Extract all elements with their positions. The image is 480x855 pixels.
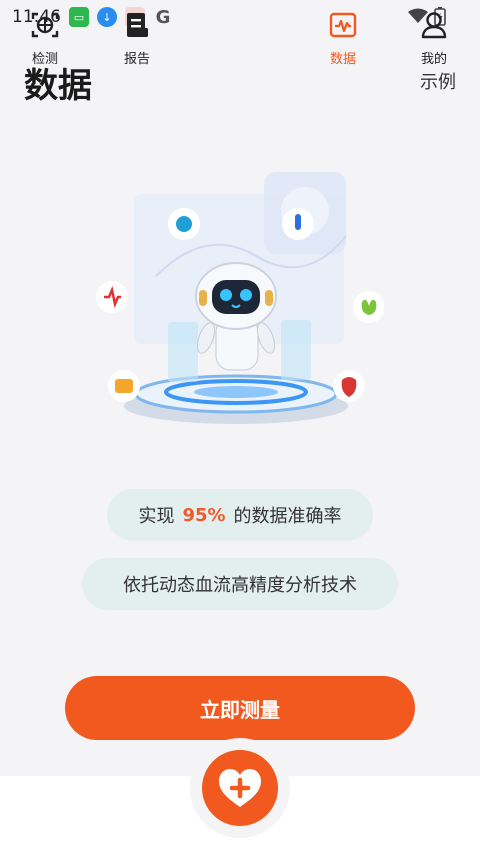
- fab-measure-button[interactable]: [202, 750, 278, 826]
- report-icon: [127, 13, 148, 37]
- tab-label: 数据: [329, 52, 356, 67]
- page-title: 数据: [24, 66, 92, 106]
- technology-text: 依托动态血流高精度分析技术: [123, 575, 357, 596]
- tab-label: 报告: [123, 52, 150, 67]
- tab-profile[interactable]: 我的: [394, 10, 474, 76]
- profile-icon: [421, 12, 447, 39]
- scan-icon: [31, 12, 59, 38]
- tab-data[interactable]: 数据: [303, 10, 383, 76]
- robot-illustration: [96, 172, 384, 424]
- technology-pill: 依托动态血流高精度分析技术: [82, 558, 398, 610]
- accuracy-pill: 实现 95% 的数据准确率: [107, 489, 373, 541]
- pulse-chart-icon: [329, 12, 357, 38]
- accuracy-value: 95%: [182, 504, 226, 526]
- measure-now-button[interactable]: 立即测量: [65, 676, 415, 740]
- accuracy-suffix: 的数据准确率: [233, 506, 342, 527]
- heart-plus-icon: [219, 769, 261, 807]
- tab-label: 我的: [420, 52, 447, 67]
- accuracy-prefix: 实现: [138, 506, 175, 527]
- header: 数据 示例: [24, 58, 456, 108]
- tab-detect[interactable]: 检测: [5, 10, 85, 76]
- tab-label: 检测: [31, 52, 58, 67]
- tab-report[interactable]: 报告: [97, 10, 177, 76]
